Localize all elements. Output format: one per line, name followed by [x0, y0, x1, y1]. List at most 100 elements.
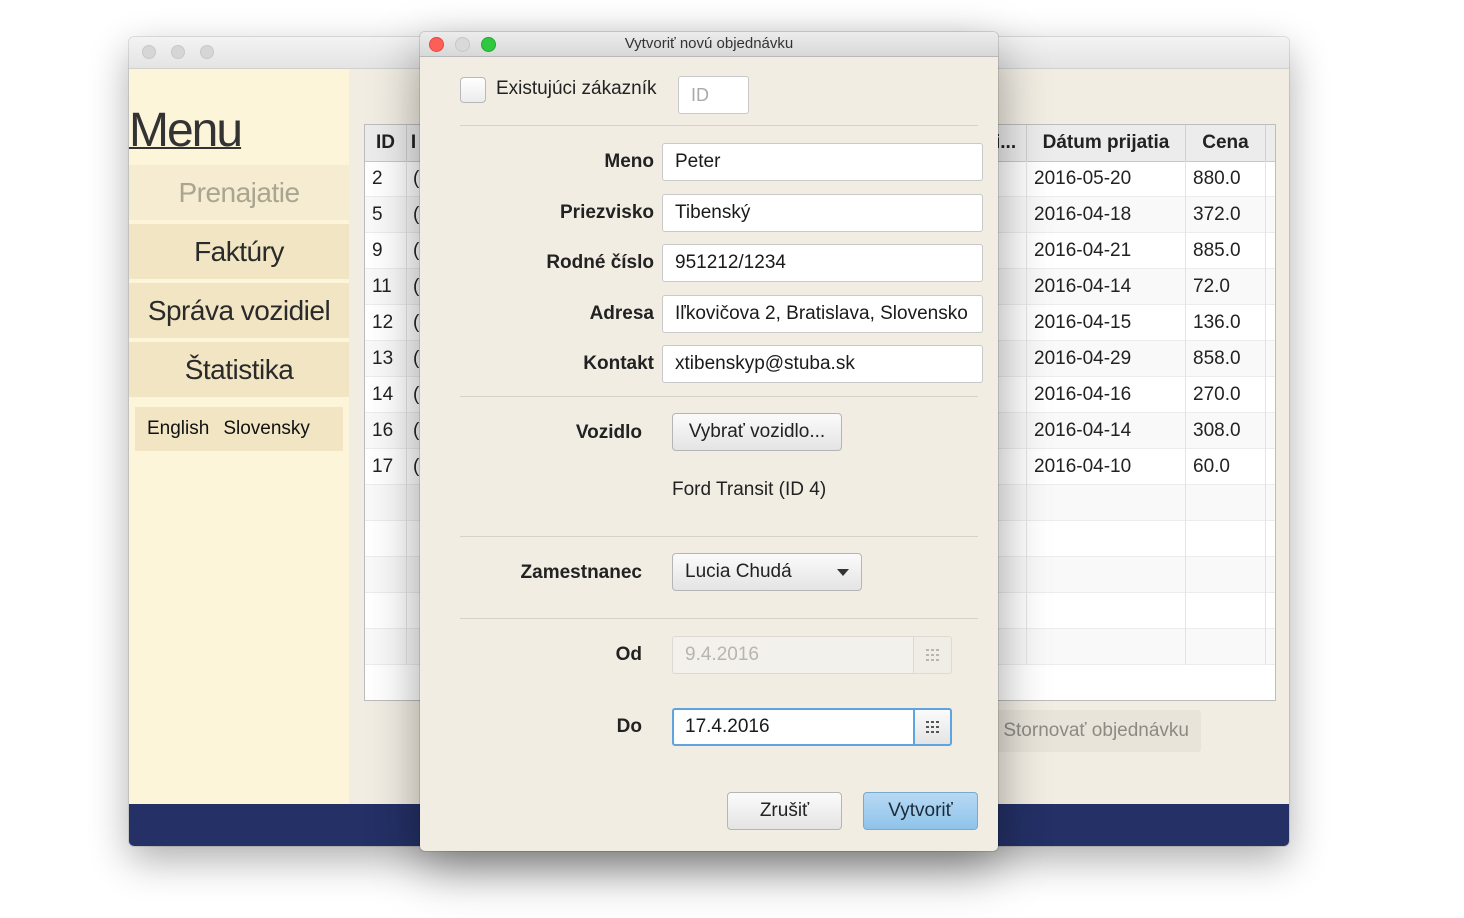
cell-price: 880.0: [1186, 161, 1266, 197]
separator: [460, 536, 978, 537]
column-header-2[interactable]: I: [407, 125, 421, 161]
cancel-button[interactable]: Zrušiť: [727, 792, 842, 830]
date-to-picker[interactable]: 17.4.2016: [672, 708, 952, 746]
date-to-calendar-button[interactable]: [913, 708, 952, 746]
priezvisko-input[interactable]: Tibenský: [662, 194, 983, 232]
column-header-received-date[interactable]: Dátum prijatia: [1027, 125, 1186, 161]
cell-price: [1186, 521, 1266, 557]
cell-price: [1186, 485, 1266, 521]
od-label: Od: [615, 644, 642, 665]
cell-price: [1186, 629, 1266, 665]
dialog-titlebar: Vytvoriť novú objednávku: [420, 32, 998, 57]
cell-received-date: 2016-04-15: [1027, 305, 1186, 341]
meno-label: Meno: [604, 151, 654, 172]
zamestnanec-label: Zamestnanec: [520, 562, 642, 583]
rodne-cislo-label: Rodné číslo: [546, 252, 654, 273]
minimize-window-icon[interactable]: [171, 45, 185, 59]
sidebar: Menu Prenajatie Faktúry Správa vozidiel …: [129, 69, 349, 804]
cell-3: [995, 233, 1027, 269]
cell-id: 9: [365, 233, 407, 269]
cell-id: [365, 521, 407, 557]
vozidlo-label: Vozidlo: [575, 422, 642, 443]
cell-3: [995, 341, 1027, 377]
column-header-id[interactable]: ID: [365, 125, 407, 161]
close-window-icon[interactable]: [142, 45, 156, 59]
cell-2: (: [407, 449, 421, 485]
cell-3: [995, 161, 1027, 197]
cell-id: [365, 485, 407, 521]
cell-price: 60.0: [1186, 449, 1266, 485]
nav-item-faktury[interactable]: Faktúry: [129, 224, 349, 281]
create-button[interactable]: Vytvoriť: [863, 792, 978, 830]
cell-id: [365, 629, 407, 665]
language-bar: English Slovensky: [135, 407, 343, 451]
language-slovak-button[interactable]: Slovensky: [221, 418, 322, 440]
calendar-icon: [926, 649, 939, 661]
cell-received-date: 2016-04-29: [1027, 341, 1186, 377]
cell-2: [407, 557, 421, 593]
nav-item-prenajatie[interactable]: Prenajatie: [129, 165, 349, 222]
date-to-input[interactable]: 17.4.2016: [672, 708, 914, 746]
menu-title: Menu: [129, 104, 243, 157]
separator: [460, 396, 978, 397]
cell-3: [995, 557, 1027, 593]
cell-id: [365, 557, 407, 593]
cell-received-date: [1027, 485, 1186, 521]
cell-id: 13: [365, 341, 407, 377]
dialog-title: Vytvoriť novú objednávku: [624, 35, 794, 52]
existing-customer-checkbox[interactable]: [460, 77, 486, 103]
cell-2: (: [407, 413, 421, 449]
cell-received-date: [1027, 593, 1186, 629]
cell-price: 858.0: [1186, 341, 1266, 377]
adresa-input[interactable]: Iľkovičova 2, Bratislava, Slovensko: [662, 295, 983, 333]
cell-id: [365, 593, 407, 629]
cell-received-date: 2016-04-14: [1027, 269, 1186, 305]
kontakt-input[interactable]: xtibenskyp@stuba.sk: [662, 345, 983, 383]
cell-received-date: [1027, 521, 1186, 557]
cell-id: 11: [365, 269, 407, 305]
selected-vehicle-text: Ford Transit (ID 4): [672, 479, 827, 500]
cell-2: (: [407, 161, 421, 197]
cell-id: 16: [365, 413, 407, 449]
cell-price: 885.0: [1186, 233, 1266, 269]
meno-input[interactable]: Peter: [662, 143, 983, 181]
cell-3: [995, 521, 1027, 557]
separator: [460, 125, 978, 126]
cell-received-date: 2016-04-21: [1027, 233, 1186, 269]
language-english-button[interactable]: English: [135, 418, 221, 440]
create-order-dialog: Vytvoriť novú objednávku Existujúci záka…: [420, 32, 998, 851]
cell-3: [995, 377, 1027, 413]
cell-3: [995, 305, 1027, 341]
column-header-3[interactable]: i...: [995, 125, 1027, 161]
date-from-calendar-button: [913, 636, 952, 674]
date-from-input: 9.4.2016: [672, 636, 914, 674]
cell-received-date: 2016-04-18: [1027, 197, 1186, 233]
zoom-window-icon[interactable]: [200, 45, 214, 59]
date-from-picker: 9.4.2016: [672, 636, 952, 674]
select-vehicle-button[interactable]: Vybrať vozidlo...: [672, 413, 842, 451]
cell-price: 308.0: [1186, 413, 1266, 449]
nav-item-sprava-vozidiel[interactable]: Správa vozidiel: [129, 283, 349, 340]
cell-price: [1186, 557, 1266, 593]
rodne-cislo-input[interactable]: 951212/1234: [662, 244, 983, 282]
cell-price: [1186, 593, 1266, 629]
cell-price: 72.0: [1186, 269, 1266, 305]
cell-received-date: 2016-04-14: [1027, 413, 1186, 449]
customer-id-input[interactable]: ID: [678, 76, 749, 114]
cell-id: 17: [365, 449, 407, 485]
cell-2: (: [407, 197, 421, 233]
column-header-price[interactable]: Cena: [1186, 125, 1266, 161]
cell-3: [995, 197, 1027, 233]
cell-received-date: 2016-04-16: [1027, 377, 1186, 413]
cell-received-date: 2016-04-10: [1027, 449, 1186, 485]
nav-item-statistika[interactable]: Štatistika: [129, 342, 349, 399]
cell-id: 2: [365, 161, 407, 197]
calendar-icon: [926, 721, 939, 733]
cell-2: (: [407, 233, 421, 269]
employee-select[interactable]: Lucia Chudá: [672, 553, 862, 591]
kontakt-label: Kontakt: [583, 353, 654, 374]
cell-3: [995, 413, 1027, 449]
employee-select-value: Lucia Chudá: [685, 561, 792, 582]
cancel-order-button[interactable]: Stornovať objednávku: [977, 710, 1201, 752]
cell-received-date: 2016-05-20: [1027, 161, 1186, 197]
